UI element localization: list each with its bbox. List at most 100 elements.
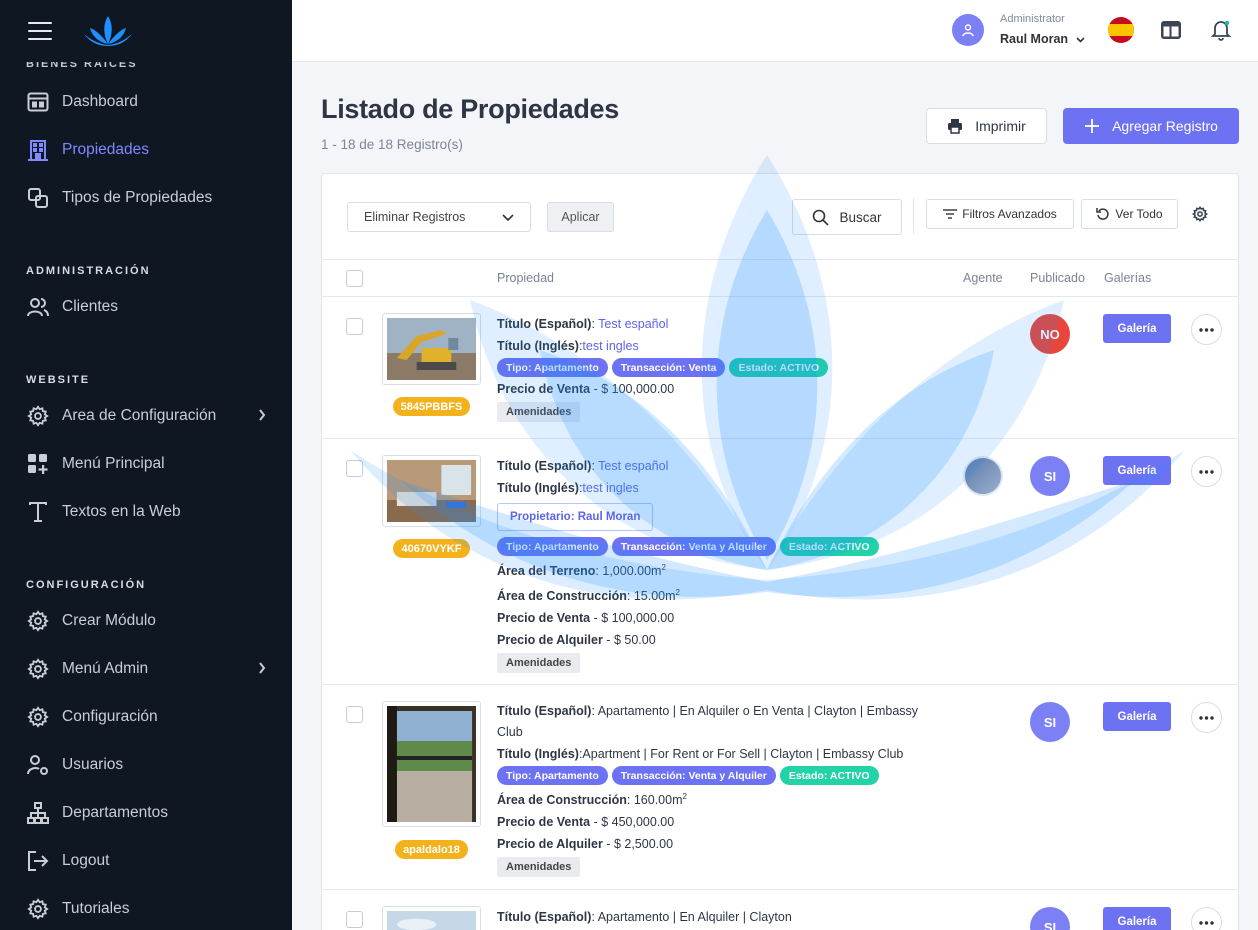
add-record-label: Agregar Registro bbox=[1112, 118, 1218, 134]
sidebar-item-menu-admin[interactable]: Menú Admin bbox=[0, 645, 292, 693]
sidebar-item-clientes[interactable]: Clientes bbox=[0, 283, 292, 331]
reset-icon bbox=[1096, 208, 1110, 220]
property-thumbnail[interactable] bbox=[382, 906, 481, 930]
user-avatar[interactable] bbox=[952, 14, 984, 46]
amenities-badge[interactable]: Amenidades bbox=[497, 857, 581, 878]
title-en-link[interactable]: test ingles bbox=[582, 481, 638, 495]
search-icon bbox=[813, 209, 830, 226]
land-area-label: Área del Terreno bbox=[497, 564, 596, 579]
row-actions-button[interactable] bbox=[1191, 314, 1222, 345]
rent-price-label: Precio de Alquiler bbox=[497, 837, 603, 852]
sale-price-label: Precio de Venta bbox=[497, 815, 591, 830]
property-thumbnail[interactable] bbox=[382, 313, 481, 385]
col-galleries: Galerías bbox=[1104, 271, 1152, 285]
property-thumbnail[interactable] bbox=[382, 455, 481, 527]
sidebar-item-departamentos[interactable]: Departamentos bbox=[0, 789, 292, 837]
published-status-badge[interactable]: SI bbox=[1030, 907, 1070, 930]
gear-icon bbox=[26, 897, 50, 921]
sidebar-item-configuracion[interactable]: Configuración bbox=[0, 693, 292, 741]
published-status-badge[interactable]: SI bbox=[1030, 456, 1070, 496]
title-en-link[interactable]: test ingles bbox=[582, 339, 638, 353]
title-es-link[interactable]: Test español bbox=[598, 459, 668, 473]
sale-price-label: Precio de Venta bbox=[497, 382, 591, 396]
row-checkbox[interactable] bbox=[346, 460, 363, 477]
published-status-badge[interactable]: SI bbox=[1030, 702, 1070, 742]
gallery-button[interactable]: Galería bbox=[1103, 702, 1171, 731]
chevron-down-icon bbox=[1075, 37, 1085, 43]
row-actions-button[interactable] bbox=[1191, 907, 1222, 930]
sidebar-item-dashboard[interactable]: Dashboard bbox=[0, 78, 292, 126]
apply-button[interactable]: Aplicar bbox=[547, 202, 614, 232]
living-room-photo-icon bbox=[387, 460, 476, 522]
sidebar-item-label: Usuarios bbox=[62, 756, 124, 773]
view-all-button[interactable]: Ver Todo bbox=[1081, 199, 1178, 229]
sale-price-value: $ 100,000.00 bbox=[601, 382, 675, 396]
row-checkbox[interactable] bbox=[346, 911, 363, 928]
grid-plus-icon bbox=[26, 452, 50, 476]
row-actions-button[interactable] bbox=[1191, 702, 1222, 733]
bulk-action-select[interactable]: Eliminar Registros bbox=[347, 202, 531, 232]
sidebar-item-label: Textos en la Web bbox=[62, 503, 181, 520]
published-status-badge[interactable]: NO bbox=[1030, 314, 1070, 354]
sidebar-section-website: WEBSITE bbox=[26, 374, 91, 386]
menu-icon[interactable] bbox=[28, 22, 52, 40]
gear-icon bbox=[26, 404, 50, 428]
search-button[interactable]: Buscar bbox=[792, 199, 902, 235]
sidebar-item-usuarios[interactable]: Usuarios bbox=[0, 741, 292, 789]
sale-price-label: Precio de Venta bbox=[497, 611, 591, 626]
agent-avatar[interactable] bbox=[963, 456, 1003, 496]
gallery-button[interactable]: Galería bbox=[1103, 907, 1171, 930]
spain-flag-icon[interactable] bbox=[1108, 17, 1134, 43]
type-tag: Tipo: Apartamento bbox=[497, 537, 608, 556]
build-area-label: Área de Construcción bbox=[497, 793, 627, 808]
select-all-checkbox[interactable] bbox=[346, 270, 363, 287]
sidebar-item-label: Dashboard bbox=[62, 93, 138, 110]
sidebar-item-textos-web[interactable]: Textos en la Web bbox=[0, 488, 292, 536]
table-header: Propiedad Agente Publicado Galerías bbox=[322, 259, 1238, 297]
bell-icon[interactable] bbox=[1210, 19, 1232, 41]
sidebar-item-propiedades[interactable]: Propiedades bbox=[0, 126, 292, 174]
sidebar-item-label: Departamentos bbox=[62, 804, 168, 821]
gallery-button[interactable]: Galería bbox=[1103, 314, 1171, 343]
user-menu[interactable]: Raul Moran bbox=[1000, 32, 1085, 46]
sidebar-item-area-configuracion[interactable]: Area de Configuración bbox=[0, 392, 292, 440]
row-checkbox[interactable] bbox=[346, 318, 363, 335]
sidebar-item-tipos-propiedades[interactable]: Tipos de Propiedades bbox=[0, 174, 292, 222]
layout-icon[interactable] bbox=[1160, 19, 1182, 41]
property-info: Título (Español): Apartamento | En Alqui… bbox=[497, 701, 937, 878]
settings-gear-icon[interactable] bbox=[1192, 206, 1208, 222]
sidebar-item-logout[interactable]: Logout bbox=[0, 837, 292, 885]
table-row: 5845PBBFS Título (Español): Test español… bbox=[322, 297, 1238, 439]
row-checkbox[interactable] bbox=[346, 706, 363, 723]
advanced-filters-button[interactable]: Filtros Avanzados bbox=[926, 199, 1074, 229]
add-record-button[interactable]: Agregar Registro bbox=[1063, 108, 1239, 144]
col-agent: Agente bbox=[963, 271, 1003, 285]
title-en-value[interactable]: Apartment | For Rent or For Sell | Clayt… bbox=[582, 747, 903, 761]
title-es-label: Título (Español) bbox=[497, 459, 592, 473]
table-row: 40670VYKF Título (Español): Test español… bbox=[322, 439, 1238, 685]
sidebar-section-config: CONFIGURACIÓN bbox=[26, 579, 147, 591]
amenities-badge[interactable]: Amenidades bbox=[497, 402, 581, 422]
owner-badge[interactable]: Propietario: Raul Moran bbox=[497, 503, 654, 531]
users-icon bbox=[26, 295, 50, 319]
sidebar-item-crear-modulo[interactable]: Crear Módulo bbox=[0, 597, 292, 645]
user-icon bbox=[962, 24, 974, 37]
more-dots-icon bbox=[1199, 715, 1214, 720]
lotus-logo-icon[interactable] bbox=[82, 14, 134, 48]
print-button[interactable]: Imprimir bbox=[926, 108, 1047, 144]
title-es-value[interactable]: Apartamento | En Alquiler | Clayton bbox=[598, 910, 792, 924]
more-dots-icon bbox=[1199, 920, 1214, 925]
sale-price-value: $ 450,000.00 bbox=[601, 815, 675, 830]
title-es-link[interactable]: Test español bbox=[598, 317, 668, 331]
row-actions-button[interactable] bbox=[1191, 456, 1222, 487]
user-name: Raul Moran bbox=[1000, 32, 1069, 46]
property-thumbnail[interactable] bbox=[382, 701, 481, 827]
topbar: Administrator Raul Moran bbox=[292, 0, 1258, 62]
sidebar-item-menu-principal[interactable]: Menú Principal bbox=[0, 440, 292, 488]
chevron-down-icon bbox=[502, 214, 514, 222]
gallery-button[interactable]: Galería bbox=[1103, 456, 1171, 485]
sidebar-item-tutoriales[interactable]: Tutoriales bbox=[0, 885, 292, 930]
more-dots-icon bbox=[1199, 327, 1214, 332]
amenities-badge[interactable]: Amenidades bbox=[497, 653, 581, 674]
tag-group: Tipo: Apartamento Transacción: Venta y A… bbox=[497, 766, 937, 785]
